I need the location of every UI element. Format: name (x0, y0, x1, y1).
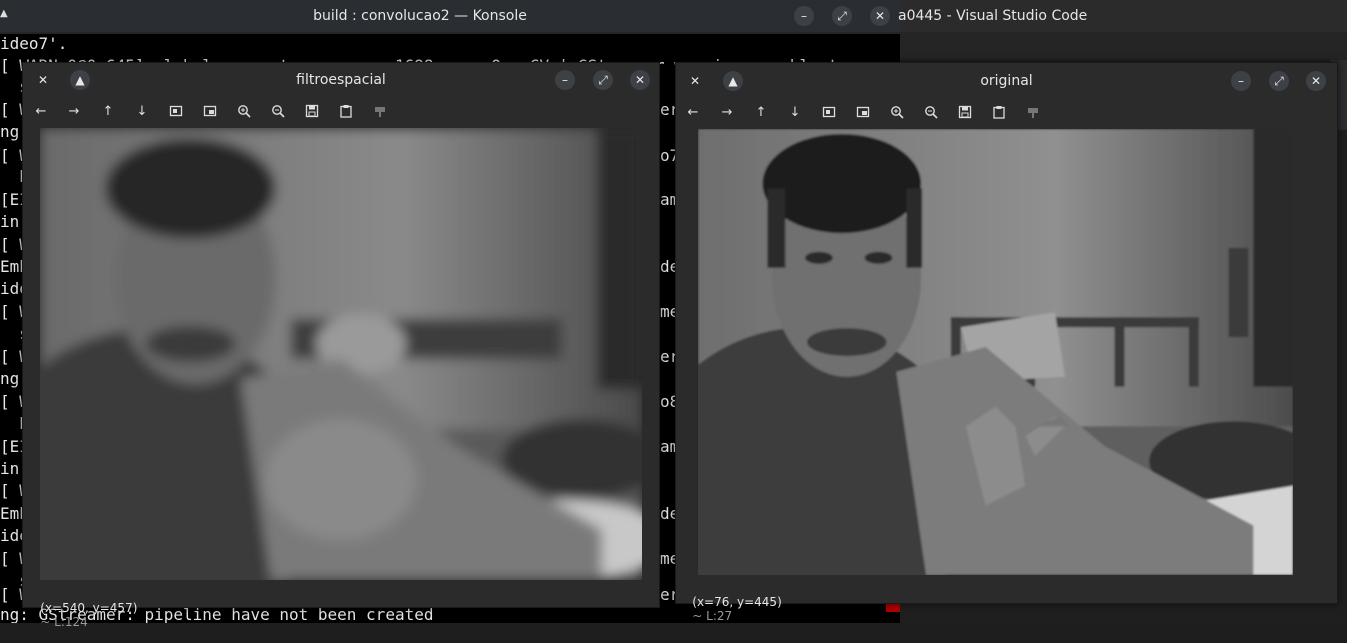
pan-up-icon[interactable]: ↑ (97, 100, 119, 122)
save-image-icon[interactable] (301, 100, 323, 122)
zoom-reset-icon[interactable] (818, 101, 840, 123)
zoom-fit-icon[interactable] (199, 100, 221, 122)
cursor-coords: (x=76, y=445) (692, 595, 782, 609)
pan-right-icon[interactable]: → (716, 101, 738, 123)
image-view[interactable] (698, 129, 1293, 575)
filtroespacial-window: ✕ ▲ filtroespacial – ⤢ ✕ ← → ↑ ↓ (x=540,… (22, 62, 660, 629)
copy-clipboard-icon[interactable] (335, 100, 357, 122)
zoom-out-icon[interactable] (920, 101, 942, 123)
zoom-reset-icon[interactable] (165, 100, 187, 122)
minimize-icon[interactable]: – (1231, 71, 1251, 91)
zoom-in-icon[interactable] (233, 100, 255, 122)
pixel-level: ~ L:124 (40, 615, 88, 629)
zoom-out-icon[interactable] (267, 100, 289, 122)
pan-right-icon[interactable]: → (63, 100, 85, 122)
pan-left-icon[interactable]: ← (30, 100, 52, 122)
vscode-titlebar[interactable]: a0445 - Visual Studio Code (898, 0, 1347, 32)
save-image-icon[interactable] (954, 101, 976, 123)
copy-clipboard-icon[interactable] (988, 101, 1010, 123)
close-icon[interactable]: ✕ (630, 70, 650, 90)
pan-down-icon[interactable]: ↓ (131, 100, 153, 122)
close-icon[interactable]: ✕ (1306, 71, 1326, 91)
maximize-icon[interactable]: ⤢ (832, 6, 852, 26)
minimize-icon[interactable]: – (794, 6, 814, 26)
pan-left-icon[interactable]: ← (682, 101, 704, 123)
maximize-icon[interactable]: ⤢ (593, 70, 613, 90)
status-bar: (x=540, y=457) ~ L:124 (25, 587, 137, 643)
vscode-tabbar (900, 32, 1347, 60)
maximize-icon[interactable]: ⤢ (1269, 71, 1289, 91)
konsole-title: build : convolucao2 — Konsole (313, 8, 527, 24)
image-view[interactable] (40, 128, 642, 580)
properties-icon[interactable] (1022, 101, 1044, 123)
original-window: ✕ ▲ original – ⤢ ✕ ← → ↑ ↓ (x=76, y=445)… (675, 62, 1338, 623)
cursor-coords: (x=540, y=457) (40, 601, 138, 615)
pan-down-icon[interactable]: ↓ (784, 101, 806, 123)
terminal-line: ideo7'. (0, 34, 68, 53)
menu-up-icon[interactable]: ▲ (0, 8, 8, 24)
pixel-level: ~ L:27 (692, 609, 733, 623)
minimize-icon[interactable]: – (555, 70, 575, 90)
close-icon[interactable]: ✕ (870, 6, 890, 26)
original-photo (698, 129, 1293, 575)
status-bar: (x=76, y=445) ~ L:27 (677, 581, 782, 637)
konsole-titlebar[interactable]: ▲ build : convolucao2 — Konsole – ⤢ ✕ (0, 0, 900, 32)
blurred-photo (40, 128, 642, 580)
zoom-in-icon[interactable] (886, 101, 908, 123)
pan-up-icon[interactable]: ↑ (750, 101, 772, 123)
zoom-fit-icon[interactable] (852, 101, 874, 123)
properties-icon[interactable] (369, 100, 391, 122)
vscode-title: a0445 - Visual Studio Code (898, 8, 1088, 24)
